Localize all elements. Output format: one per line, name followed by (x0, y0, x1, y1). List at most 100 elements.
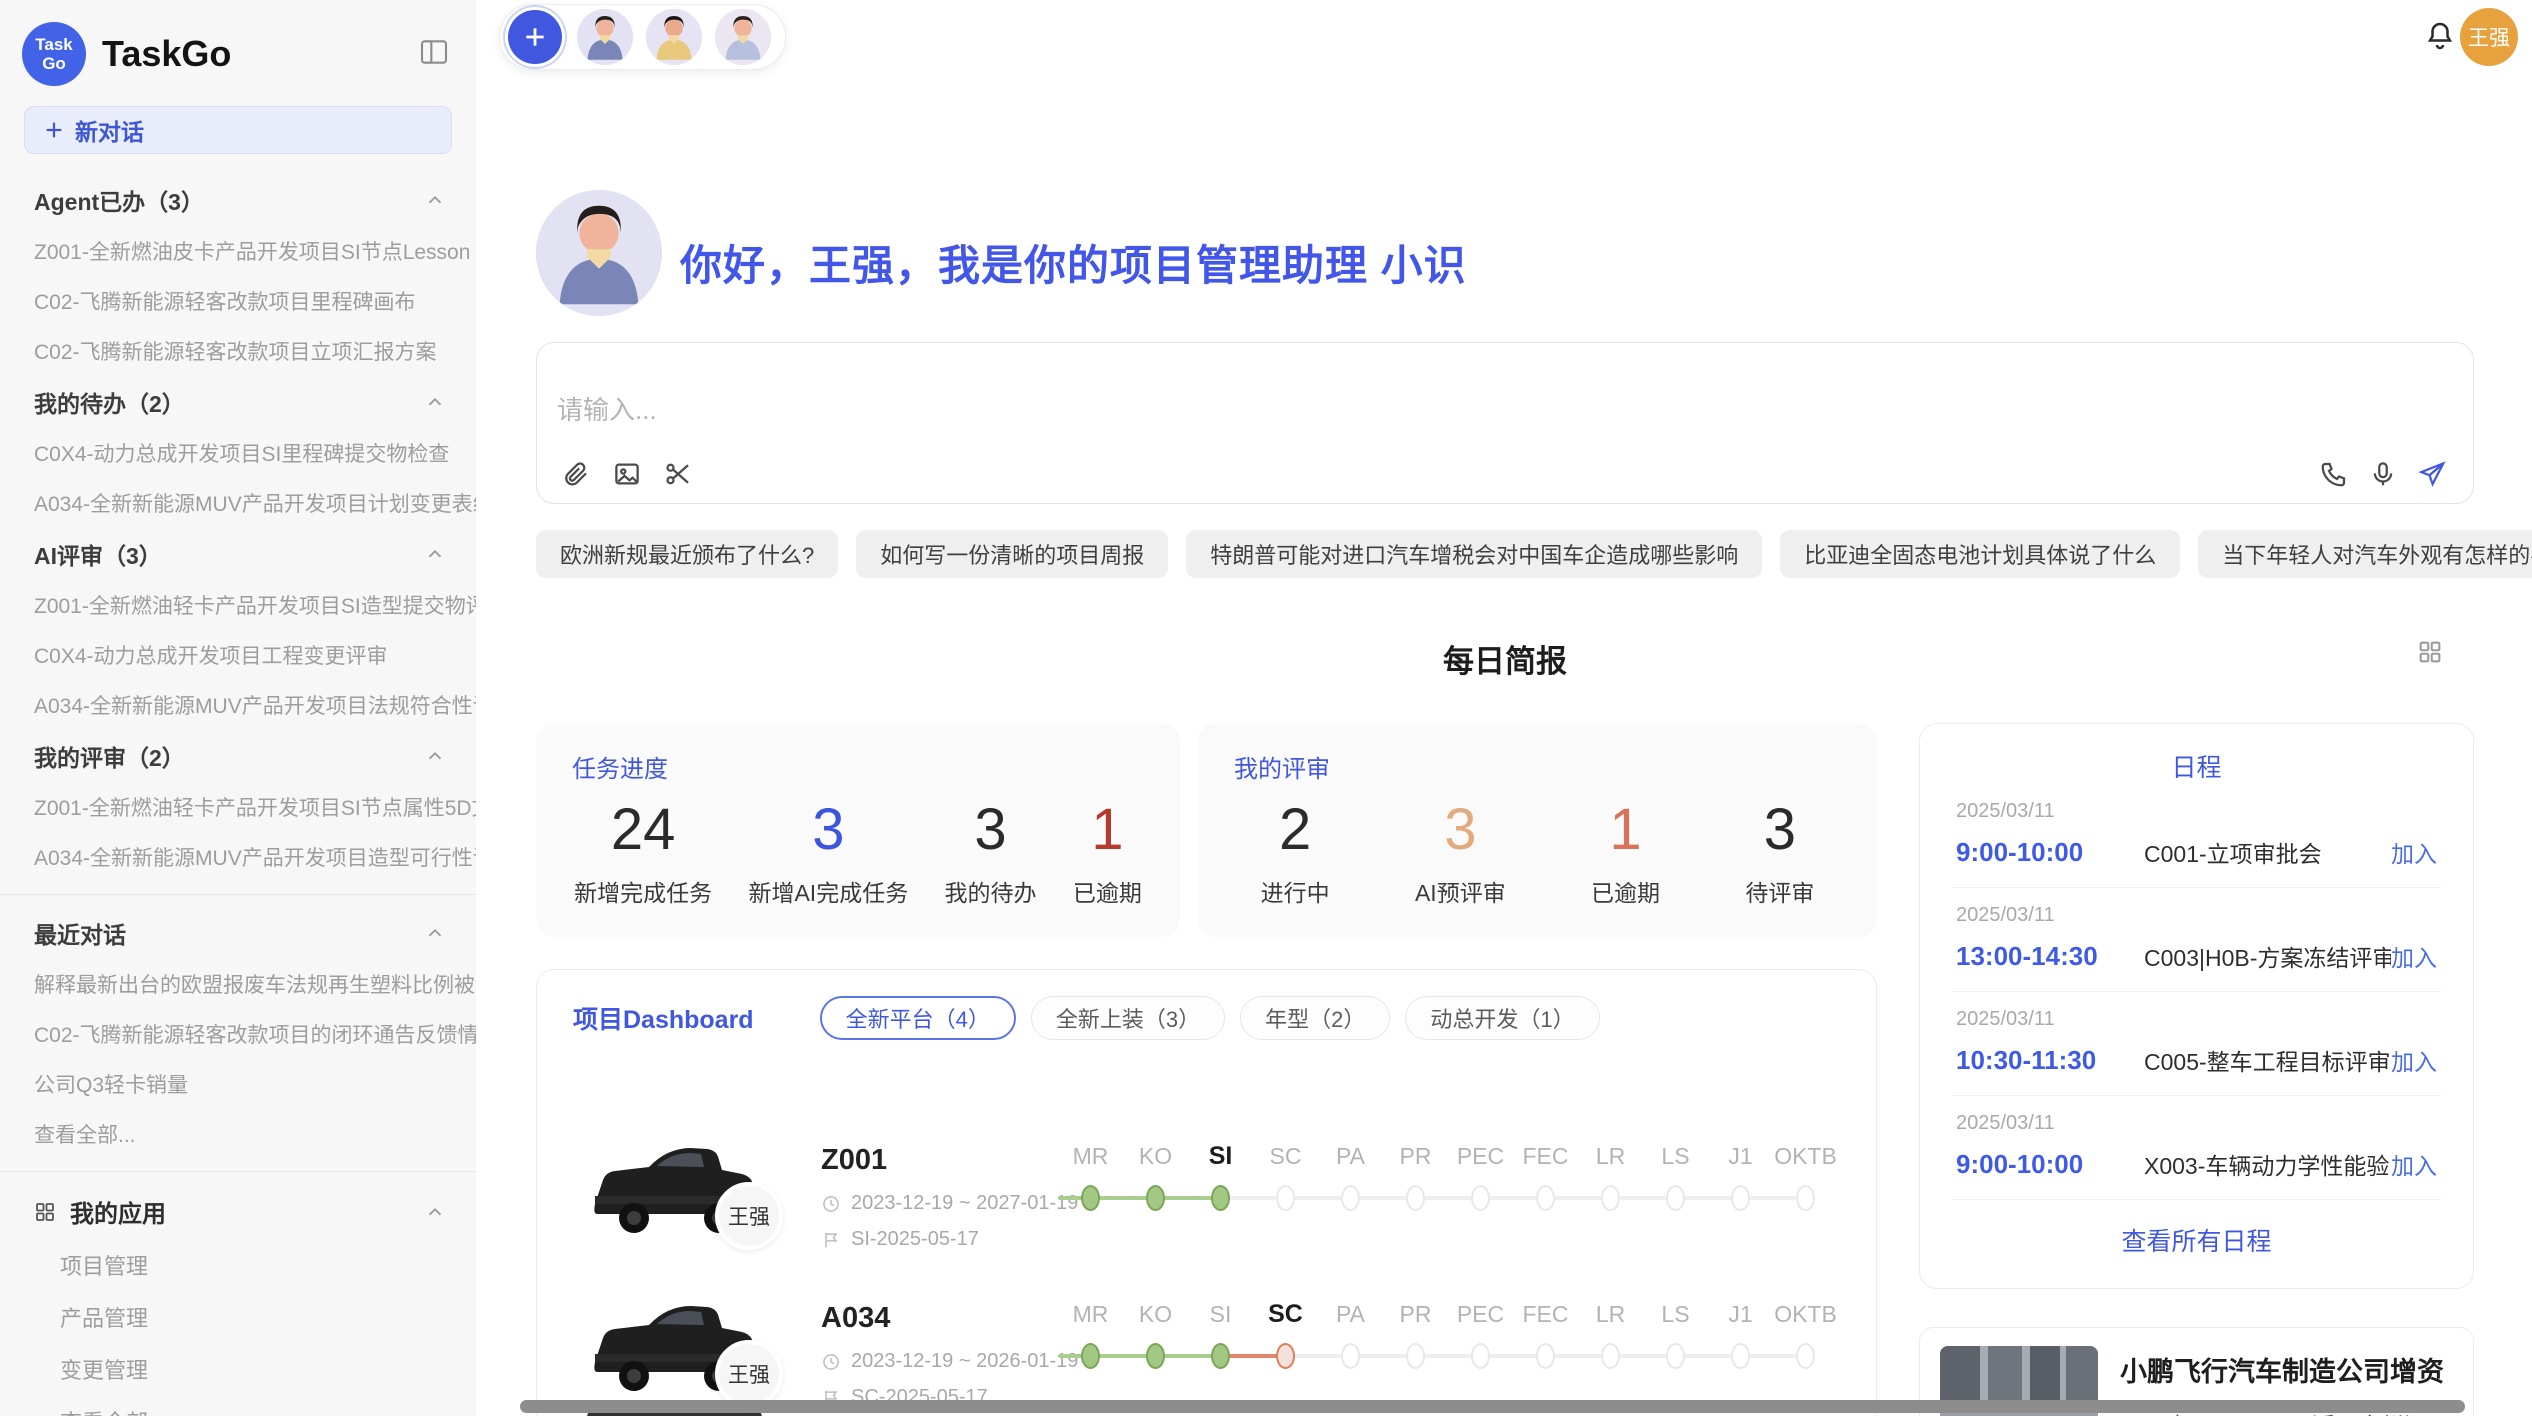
dashboard-tab[interactable]: 动总开发（1） (1405, 996, 1599, 1040)
phone-icon[interactable] (2319, 459, 2349, 489)
sidebar-collapse-icon[interactable] (418, 36, 450, 68)
join-link[interactable]: 加入 (2391, 835, 2437, 869)
image-icon[interactable] (612, 459, 642, 489)
milestone-SI: SI (1188, 1140, 1253, 1211)
sidebar-item[interactable]: A034-全新新能源MUV产品开发项目法规符合性评审 (0, 680, 476, 730)
recent-chat-item[interactable]: 公司Q3轻卡销量 (0, 1059, 476, 1109)
recent-chat-item[interactable]: C02-飞腾新能源轻客改款项目的闭环通告反馈情况 (0, 1009, 476, 1059)
paperclip-icon[interactable] (561, 459, 591, 489)
milestone-LR: LR (1578, 1140, 1643, 1211)
sidebar-item[interactable]: A034-全新新能源MUV产品开发项目计划变更表编写 (0, 478, 476, 528)
metric-label: 已逾期 (1073, 874, 1142, 908)
dashboard-tab[interactable]: 全新上装（3） (1031, 996, 1225, 1040)
sidebar-item[interactable]: C02-飞腾新能源轻客改款项目里程碑画布 (0, 276, 476, 326)
metric: 3我的待办 (945, 798, 1037, 908)
new-chat-button[interactable]: 新对话 (24, 106, 452, 154)
bell-icon[interactable] (2422, 18, 2458, 54)
project-name: A034 (821, 1302, 890, 1335)
sidebar-apps-header[interactable]: 我的应用 (0, 1184, 476, 1239)
news-title: 小鹏飞行汽车制造公司增资 (2120, 1350, 2453, 1389)
apps-sub-item[interactable]: 项目管理 (0, 1239, 476, 1291)
my-review-title: 我的评审 (1198, 723, 1877, 784)
project-row-A034[interactable]: 王强A0342023-12-19 ~ 2026-01-19SC-2025-05-… (537, 1288, 1876, 1416)
suggestion-chip[interactable]: 特朗普可能对进口汽车增税会对中国车企造成哪些影响 (1186, 530, 1762, 578)
metric: 3AI预评审 (1415, 798, 1506, 908)
scissors-icon[interactable] (663, 459, 693, 489)
session-avatar-1[interactable] (575, 7, 635, 67)
sidebar-item[interactable]: C02-飞腾新能源轻客改款项目立项汇报方案 (0, 326, 476, 376)
apps-sub-item[interactable]: 产品管理 (0, 1291, 476, 1343)
metric-value: 3 (748, 798, 908, 862)
milestone-LS: LS (1643, 1140, 1708, 1211)
suggestion-chip[interactable]: 比亚迪全固态电池计划具体说了什么 (1780, 530, 2180, 578)
dashboard-tab[interactable]: 全新平台（4） (820, 996, 1016, 1040)
suggestion-chip[interactable]: 当下年轻人对汽车外观有怎样的喜好趋势 (2198, 530, 2532, 578)
suggestion-chip[interactable]: 欧洲新规最近颁布了什么? (536, 530, 838, 578)
divider (0, 1171, 476, 1172)
project-row-Z001[interactable]: 王强Z0012023-12-19 ~ 2027-01-19SI-2025-05-… (537, 1130, 1876, 1280)
plus-icon (522, 24, 548, 50)
new-session-button[interactable] (508, 10, 562, 64)
sidebar-item[interactable]: A034-全新新能源MUV产品开发项目造型可行性评审 (0, 832, 476, 882)
suggestion-chip[interactable]: 如何写一份清晰的项目周报 (856, 530, 1168, 578)
grid-icon[interactable] (2416, 638, 2444, 666)
flag-icon (821, 1230, 841, 1250)
event-date: 2025/03/11 (1956, 904, 2437, 927)
owner-badge: 王强 (715, 1340, 783, 1408)
metric: 1 已逾期 (1591, 798, 1660, 908)
milestone-FEC: FEC (1513, 1140, 1578, 1211)
sidebar-section-header[interactable]: AI评审（3） (0, 528, 476, 580)
owner-badge: 王强 (715, 1182, 783, 1250)
sidebar-item[interactable]: C0X4-动力总成开发项目SI里程碑提交物检查 (0, 428, 476, 478)
schedule-title: 日程 (1920, 724, 2473, 784)
sidebar-item[interactable]: Z001-全新燃油轻卡产品开发项目SI造型提交物评审 (0, 580, 476, 630)
metric-label: AI预评审 (1415, 874, 1506, 908)
sidebar-item[interactable]: Z001-全新燃油轻卡产品开发项目SI节点属性5D文件评审 (0, 782, 476, 832)
recent-chat-item[interactable]: 解释最新出台的欧盟报废车法规再生塑料比例被调至15%... (0, 959, 476, 1009)
dashboard-tab[interactable]: 年型（2） (1240, 996, 1390, 1040)
chat-input[interactable] (557, 395, 1957, 426)
chevron-up-icon (424, 1201, 446, 1223)
session-avatar-2[interactable] (644, 7, 704, 67)
schedule-card: 日程 2025/03/11 9:00-10:00 C001-立项审批会 加入 2… (1919, 723, 2474, 1289)
sidebar-section-header[interactable]: Agent已办（3） (0, 174, 476, 226)
mic-icon[interactable] (2368, 459, 2398, 489)
taskgo-logo: Task Go (22, 22, 86, 86)
recent-chats-header[interactable]: 最近对话 (0, 907, 476, 959)
sidebar-section-header[interactable]: 我的评审（2） (0, 730, 476, 782)
sidebar-item[interactable]: Z001-全新燃油皮卡产品开发项目SI节点Lesson Learn报告 (0, 226, 476, 276)
milestone-PA: PA (1318, 1298, 1383, 1369)
apps-sub-item[interactable]: 查看全部... (0, 1395, 476, 1416)
user-avatar[interactable]: 王强 (2460, 8, 2518, 66)
apps-sub-item[interactable]: 变更管理 (0, 1343, 476, 1395)
milestone-track: MRKOSISCPAPRPECFECLRLSJ1OKTB (1058, 1140, 1838, 1240)
my-review-card: 我的评审 2进行中3AI预评审1已逾期3待评审 (1198, 723, 1877, 937)
event-time: 13:00-14:30 (1956, 941, 2144, 972)
sidebar-section-header[interactable]: 我的待办（2） (0, 376, 476, 428)
assistant-avatar (536, 190, 662, 316)
clock-icon (821, 1352, 841, 1372)
metric-value: 1 (1591, 798, 1660, 862)
milestone-SI: SI (1188, 1298, 1253, 1369)
join-link[interactable]: 加入 (2391, 939, 2437, 973)
milestone-PR: PR (1383, 1140, 1448, 1211)
milestone-track: MRKOSISCPAPRPECFECLRLSJ1OKTB (1058, 1298, 1838, 1398)
event-date: 2025/03/11 (1956, 1008, 2437, 1031)
event-date: 2025/03/11 (1956, 800, 2437, 823)
sidebar-item[interactable]: C0X4-动力总成开发项目工程变更评审 (0, 630, 476, 680)
metric-label: 已逾期 (1591, 874, 1660, 908)
dashboard-header: 项目Dashboard 全新平台（4）全新上装（3）年型（2）动总开发（1） (537, 970, 1876, 1040)
project-flag: SI-2025-05-17 (821, 1228, 979, 1251)
join-link[interactable]: 加入 (2391, 1147, 2437, 1181)
horizontal-scrollbar[interactable] (520, 1400, 2465, 1413)
chevron-up-icon (424, 189, 446, 211)
event-time: 9:00-10:00 (1956, 837, 2144, 868)
join-link[interactable]: 加入 (2391, 1043, 2437, 1077)
view-all-schedule-link[interactable]: 查看所有日程 (1920, 1200, 2473, 1258)
milestone-SC: SC (1253, 1140, 1318, 1211)
project-dates: 2023-12-19 ~ 2026-01-19 (821, 1350, 1078, 1373)
send-icon[interactable] (2417, 459, 2447, 489)
session-avatar-3[interactable] (713, 7, 773, 67)
recent-chat-item[interactable]: 查看全部... (0, 1109, 476, 1159)
session-switcher (499, 4, 786, 70)
